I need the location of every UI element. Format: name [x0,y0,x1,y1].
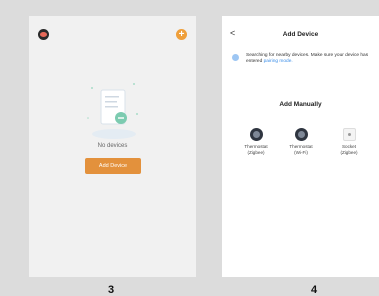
device-protocol: (Wi-Fi) [294,149,308,155]
avatar[interactable] [38,29,49,40]
add-manually-heading: Add Manually [279,101,322,108]
page-title: Add Device [282,31,319,38]
socket-icon [342,128,356,141]
step-number-4: 4 [311,284,318,296]
screen-add-device: < Add Device Searching for nearby device… [222,16,379,277]
pairing-mode-link[interactable]: pairing mode. [264,59,293,64]
device-thermostat-zigbee[interactable]: Thermostat (Zigbee) [236,128,276,155]
searching-icon [232,54,239,61]
step-number-3: 3 [108,284,115,296]
searching-text: Searching for nearby devices. Make sure … [246,53,377,65]
thermostat-icon [294,128,308,141]
device-socket-zigbee[interactable]: Socket (Zigbee) [329,128,369,155]
device-protocol: (Zigbee) [340,149,358,155]
device-thermostat-wifi[interactable]: Thermostat (Wi-Fi) [281,128,321,155]
empty-illustration [87,83,138,139]
screen-no-devices: + No devices Add Device [29,16,196,277]
add-device-button[interactable]: Add Device [85,158,141,174]
empty-state-text: No devices [97,143,128,149]
add-icon[interactable]: + [176,29,187,40]
device-protocol: (Zigbee) [247,149,265,155]
thermostat-icon [249,128,263,141]
